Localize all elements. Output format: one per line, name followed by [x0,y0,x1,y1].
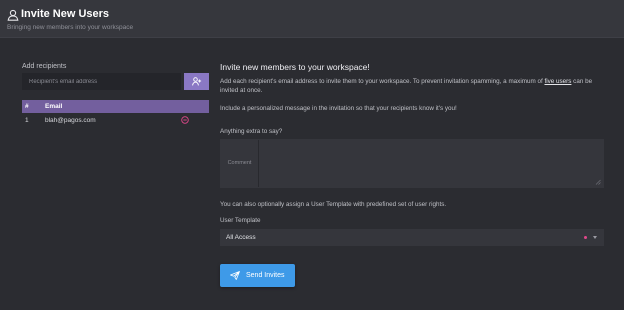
chevron-down-icon [593,236,597,239]
page-subtitle: Bringing new members into your workspace [7,24,134,31]
add-user-icon [192,77,202,86]
column-header-email: Email [45,103,63,110]
recipients-table: # Email 1 blah@pagos.com [22,100,209,127]
row-index: 1 [25,117,29,124]
page-title: Invite New Users [21,8,110,20]
recipient-email-input[interactable] [22,73,181,90]
invite-description: Add each recipient's email address to in… [220,77,600,95]
add-recipients-label: Add recipients [22,63,67,70]
comment-field: Comment [220,139,604,188]
column-header-index: # [25,103,29,110]
comment-textarea[interactable] [260,140,603,187]
invite-description-part1: Add each recipient's email address to in… [220,78,545,85]
row-email: blah@pagos.com [45,117,96,124]
remove-circle-icon[interactable] [181,116,189,124]
personal-message-note: Include a personalized message in the in… [220,105,457,112]
five-users-link[interactable]: five users [544,78,571,85]
page-header: Invite New Users Bringing new members in… [0,0,624,38]
template-note: You can also optionally assign a User Te… [220,201,447,208]
send-invites-button[interactable]: Send Invites [220,264,295,287]
user-template-select[interactable]: All Access [220,229,604,246]
selected-template: All Access [226,234,256,241]
add-recipient-button[interactable] [184,73,209,90]
comment-addon-label: Comment [221,140,259,187]
table-header: # Email [22,100,209,113]
resize-grip-icon[interactable] [595,179,601,185]
clear-selection-icon[interactable] [584,236,587,239]
extra-message-label: Anything extra to say? [220,128,283,135]
table-row: 1 blah@pagos.com [22,113,209,127]
user-template-label: User Template [220,217,261,224]
invite-heading: Invite new members to your workspace! [220,62,370,72]
user-icon [7,9,19,21]
paper-plane-icon [230,271,240,280]
send-invites-label: Send Invites [246,272,285,279]
